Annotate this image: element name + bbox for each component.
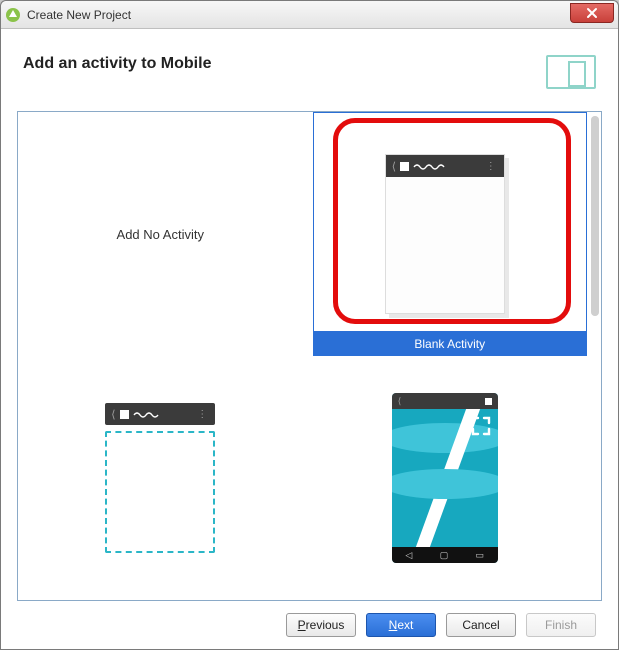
fullscreen-activity-preview: ⟨ ◁ ▢ ▭ [392,393,498,563]
activity-gallery: Add No Activity ⟨ ⋮ [17,111,602,601]
blank-activity-preview: ⟨ ⋮ [385,154,505,314]
preview-actionbar: ⟨ ⋮ [105,403,215,425]
preview-content [392,409,498,547]
cancel-button[interactable]: Cancel [446,613,516,637]
fragment-placeholder-icon [105,431,215,553]
activity-option-none[interactable]: Add No Activity [18,112,303,356]
close-button[interactable] [570,3,614,23]
title-placeholder-icon [413,162,447,170]
form-factor-icon [546,55,596,89]
nav-back-icon: ◁ [405,550,412,561]
expand-icon [470,415,492,437]
preview-statusbar: ⟨ [392,393,498,409]
back-icon: ⟨ [398,396,402,407]
close-icon [586,7,598,19]
activity-option-label: Add No Activity [117,227,204,242]
app-icon-placeholder [485,398,492,405]
next-button[interactable]: Next [366,613,436,637]
back-icon: ⟨ [111,408,115,421]
preview-actionbar: ⟨ ⋮ [386,155,504,177]
activity-option-blank[interactable]: ⟨ ⋮ Blank Activity [303,112,588,356]
titlebar[interactable]: Create New Project [1,1,618,29]
app-icon-placeholder [400,162,409,171]
window-title: Create New Project [27,8,131,22]
nav-home-icon: ▢ [440,550,449,561]
wizard-footer: Previous Next Cancel Finish [1,601,618,649]
preview-navbar: ◁ ▢ ▭ [392,547,498,563]
scrollbar[interactable] [591,116,599,316]
dialog-window: Create New Project Add an activity to Mo… [0,0,619,650]
page-title: Add an activity to Mobile [23,55,211,73]
activity-option-label: Blank Activity [313,332,588,356]
back-icon: ⟨ [392,160,396,173]
activity-option-blank-fragment[interactable]: ⟨ ⋮ [18,356,303,600]
overflow-icon: ⋮ [486,161,498,172]
activity-option-fullscreen[interactable]: ⟨ ◁ ▢ ▭ [303,356,588,600]
overflow-icon: ⋮ [197,409,209,420]
nav-recent-icon: ▭ [476,550,485,561]
wizard-header: Add an activity to Mobile [1,29,618,111]
previous-button[interactable]: Previous [286,613,356,637]
android-studio-icon [5,7,21,23]
finish-button: Finish [526,613,596,637]
app-icon-placeholder [120,410,129,419]
title-placeholder-icon [133,410,163,418]
scrollbar-thumb[interactable] [591,116,599,316]
fragment-activity-preview: ⟨ ⋮ [105,403,215,553]
